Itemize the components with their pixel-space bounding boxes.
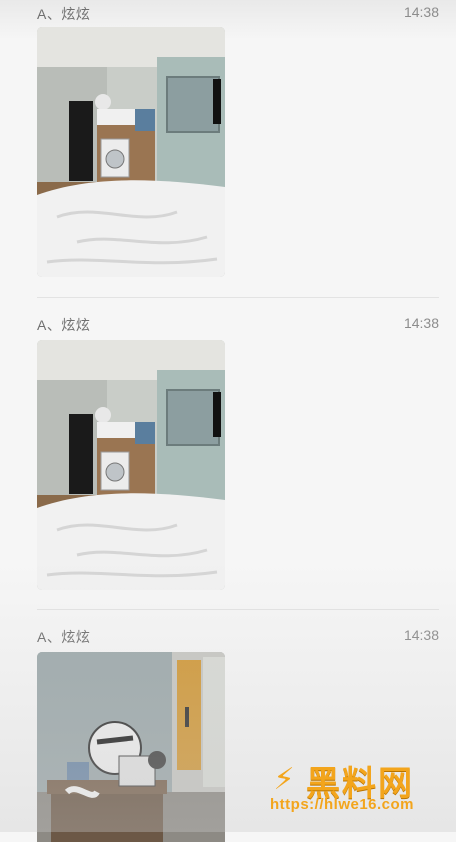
message-time: 14:38	[403, 315, 439, 331]
sender-name[interactable]: A、炫炫	[37, 4, 90, 24]
message-photo[interactable]	[37, 27, 225, 277]
sender-name[interactable]: A、炫炫	[37, 315, 90, 335]
message-photo[interactable]	[37, 652, 225, 842]
watermark-logo-icon: ⚡	[273, 763, 295, 796]
watermark-url: https://hlwe16.com	[270, 796, 415, 813]
sender-name[interactable]: A、炫炫	[37, 627, 90, 647]
message-photo[interactable]	[37, 340, 225, 590]
message-divider	[37, 297, 439, 298]
site-watermark: ⚡ 黑料网 https://hlwe16.com	[266, 758, 446, 818]
message-divider	[37, 609, 439, 610]
message-time: 14:38	[403, 4, 439, 20]
message-time: 14:38	[403, 627, 439, 643]
